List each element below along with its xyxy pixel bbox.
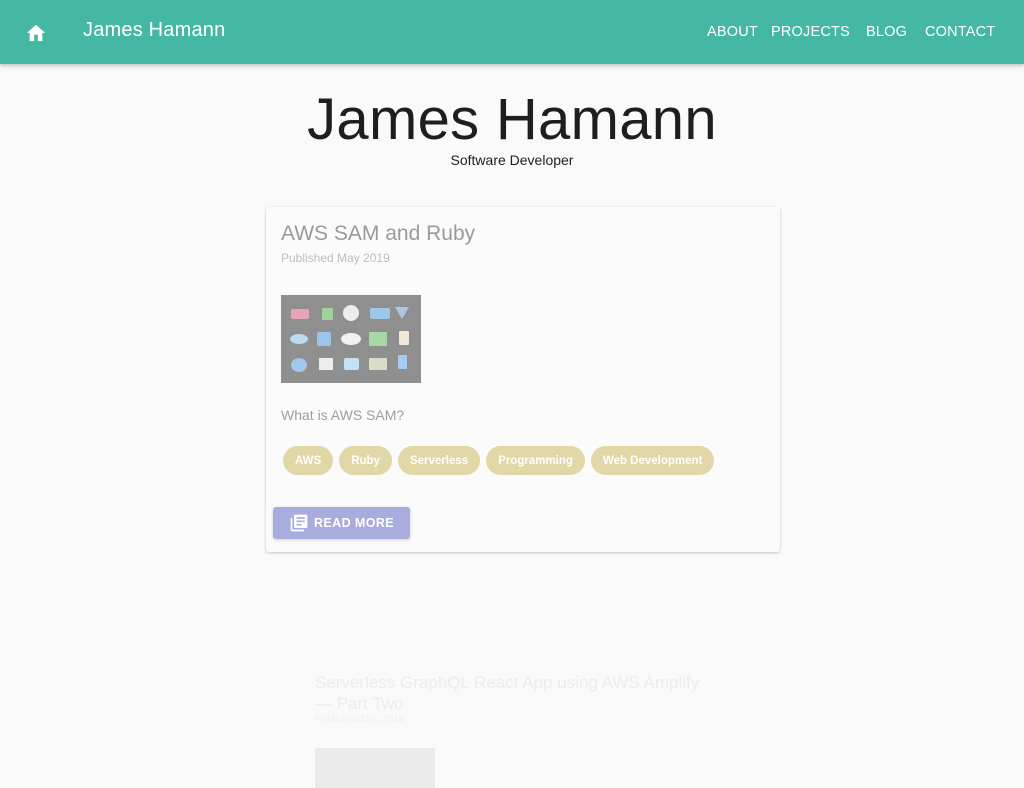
post-title[interactable]: AWS SAM and Ruby [281,222,475,246]
home-icon [26,24,46,42]
site-brand[interactable]: James Hamann [83,19,225,42]
hero-subtitle: Software Developer [450,152,574,168]
tag-web-development[interactable]: Web Development [590,446,715,475]
tag-programming[interactable]: Programming [486,446,585,475]
post-date: Published May 2019 [281,251,390,265]
nav-about[interactable]: ABOUT [707,24,758,40]
aws-services-icon-grid [290,305,409,372]
post-excerpt: What is AWS SAM? [281,407,405,423]
tag-serverless[interactable]: Serverless [397,446,481,475]
nav-blog[interactable]: BLOG [866,24,907,40]
nav-projects[interactable]: PROJECTS [771,24,850,40]
read-more-button[interactable]: READ MORE [273,507,410,539]
nav-contact[interactable]: CONTACT [925,24,995,40]
tag-ruby[interactable]: Ruby [339,446,392,475]
home-button[interactable] [22,18,50,46]
article-icon [290,514,308,532]
read-more-label: READ MORE [314,516,394,530]
post-date: Published Dec 2018 [315,714,405,725]
post-thumbnail [281,295,421,383]
app-bar: James Hamann ABOUT PROJECTS BLOG CONTACT [0,0,1024,64]
hero-title: James Hamann [307,87,717,152]
post-card-faded: Serverless GraphQL React App using AWS A… [300,660,720,788]
tag-aws[interactable]: AWS [283,446,334,475]
post-title[interactable]: Serverless GraphQL React App using AWS A… [315,672,705,714]
post-thumbnail [315,748,435,788]
tag-list: AWS Ruby Serverless Programming Web Deve… [283,446,715,475]
post-card: AWS SAM and Ruby Published May 2019 What… [266,207,780,552]
